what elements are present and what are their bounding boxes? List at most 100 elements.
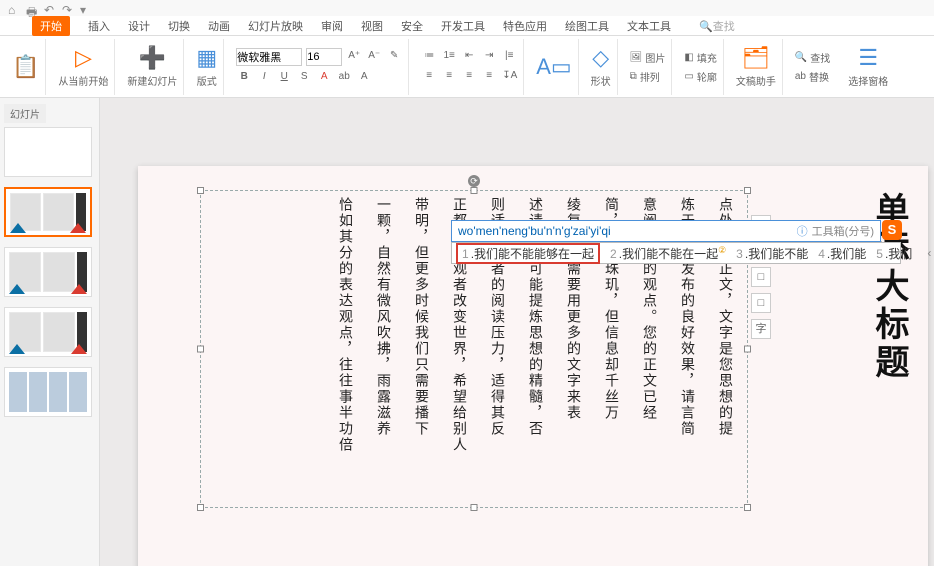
decrease-font-icon[interactable]: A⁻ [366,49,382,65]
resize-handle-rm[interactable] [744,346,751,353]
ime-cand-4[interactable]: 4.我们能 [818,245,866,262]
font-name-input[interactable] [236,48,302,66]
ime-cand-2[interactable]: 2.我们能不能在一起② [610,245,726,262]
side-tool-2[interactable]: □ [751,267,771,287]
ime-cand-1[interactable]: 1.我们能不能能够在一起 [456,243,600,264]
tab-review[interactable]: 审阅 [321,18,343,34]
numbering-icon[interactable]: 1≡ [441,49,457,65]
ribbon-replace[interactable]: ab替换 [795,69,830,84]
tab-insert[interactable]: 插入 [88,18,110,34]
highlight-icon[interactable]: ab [336,70,352,86]
fontcolor-icon[interactable]: A [316,70,332,86]
textdir-icon[interactable]: ↧A [501,69,517,85]
ribbon-newslide[interactable]: ➕ 新建幻灯片 [121,39,184,95]
tab-start[interactable]: 开始 [32,16,70,36]
ribbon-play[interactable]: ▷ 从当前开始 [52,39,115,95]
play-label: 从当前开始 [58,73,108,88]
slide-canvas[interactable]: ⟳ 点处添加正文，文字是您思想的提 炼于演示发布的良好效果，请言简 意阐述您的观… [100,98,934,566]
fill-icon: ◧ [684,52,693,63]
select-pane-icon: ☰ [858,45,878,71]
ime-toolbox-hint[interactable]: ⓘ工具箱(分号) [797,223,874,239]
tab-security[interactable]: 安全 [401,18,423,34]
assistant-icon: 🗂 [742,45,770,71]
tab-slideshow[interactable]: 幻灯片放映 [248,18,303,34]
shadow-icon[interactable]: A [356,70,372,86]
ribbon-shapes[interactable]: ◇ 形状 [585,39,618,95]
ribbon-outline[interactable]: ▭轮廓 [684,69,716,84]
tab-devtools[interactable]: 开发工具 [441,18,485,34]
ime-cand-5[interactable]: 5.我们 [876,245,912,262]
underline-icon[interactable]: U [276,70,292,86]
ime-pinyin: wo'men'neng'bu'n'n'g'zai'yi'qi [458,224,797,238]
ribbon-arrange[interactable]: ⧉排列 [630,69,666,84]
thumb-1[interactable] [4,127,92,177]
tab-drawingtools[interactable]: 绘图工具 [565,18,609,34]
menu-tabs: 开始 插入 设计 切换 动画 幻灯片放映 审阅 视图 安全 开发工具 特色应用 … [0,16,934,36]
ime-logo-icon[interactable]: S [882,220,902,240]
tab-design[interactable]: 设计 [128,18,150,34]
resize-handle-bm[interactable] [471,504,478,511]
align-left-icon[interactable]: ≡ [421,69,437,85]
tab-transition[interactable]: 切换 [168,18,190,34]
side-tool-4[interactable]: 字 [751,319,771,339]
increase-font-icon[interactable]: A⁺ [346,49,362,65]
font-size-input[interactable] [306,48,342,66]
thumb-4[interactable] [4,307,92,357]
assistant-label: 文稿助手 [736,73,776,88]
align-center-icon[interactable]: ≡ [441,69,457,85]
ribbon-textbox[interactable]: A▭ [530,39,578,95]
more-icon[interactable]: ▾ [80,3,90,13]
ime-candidate-bar: 1.我们能不能能够在一起 2.我们能不能在一起② 3.我们能不能 4.我们能 5… [451,242,901,264]
ribbon-layout[interactable]: ▦ 版式 [190,39,224,95]
ime-cand-3[interactable]: 3.我们能不能 [736,245,808,262]
ribbon-image-group: 🖼图片 ⧉排列 [624,39,673,95]
resize-handle-bl[interactable] [197,504,204,511]
indent-dec-icon[interactable]: ⇤ [461,49,477,65]
redo-icon[interactable]: ↷ [62,3,72,13]
side-tool-3[interactable]: □ [751,293,771,313]
quick-access-toolbar: ⌂ 🖶 ↶ ↷ ▾ [0,0,934,16]
resize-handle-lm[interactable] [197,346,204,353]
undo-icon[interactable]: ↶ [44,3,54,13]
tab-special[interactable]: 特色应用 [503,18,547,34]
layout-icon: ▦ [196,45,217,71]
ime-composition-bar: wo'men'neng'bu'n'n'g'zai'yi'qi ⓘ工具箱(分号) [451,220,881,242]
ime-prev-icon[interactable]: ‹ [922,246,934,260]
find-icon: 🔍 [795,52,807,63]
home-icon[interactable]: ⌂ [8,3,18,13]
ribbon-find[interactable]: 🔍查找 [795,50,830,65]
ribbon-fill[interactable]: ◧填充 [684,50,716,65]
ribbon-assistant[interactable]: 🗂 文稿助手 [730,39,783,95]
textbox-icon: A▭ [536,54,571,80]
ribbon-select[interactable]: ☰ 选择窗格 [842,39,894,95]
paste-icon[interactable]: 📋 [12,54,39,80]
shapes-icon: ◇ [592,45,609,71]
tab-view[interactable]: 视图 [361,18,383,34]
strike-icon[interactable]: S [296,70,312,86]
align-right-icon[interactable]: ≡ [461,69,477,85]
thumb-5[interactable] [4,367,92,417]
print-icon[interactable]: 🖶 [26,3,36,13]
thumb-3[interactable] [4,247,92,297]
tab-animation[interactable]: 动画 [208,18,230,34]
rotate-handle-icon[interactable]: ⟳ [468,175,480,187]
ribbon-image[interactable]: 🖼图片 [630,50,666,65]
search-icon[interactable]: 🔍查找 [699,18,735,34]
bullets-icon[interactable]: ≔ [421,49,437,65]
resize-handle-tr[interactable] [744,187,751,194]
tab-texttools[interactable]: 文本工具 [627,18,671,34]
clear-format-icon[interactable]: ✎ [386,49,402,65]
resize-handle-tl[interactable] [197,187,204,194]
shapes-label: 形状 [591,73,611,88]
new-slide-icon: ➕ [139,45,166,71]
thumbnail-panel: 幻灯片 [0,98,100,566]
linespace-icon[interactable]: |≡ [501,49,517,65]
resize-handle-tm[interactable] [471,187,478,194]
resize-handle-br[interactable] [744,504,751,511]
align-justify-icon[interactable]: ≡ [481,69,497,85]
thumb-2[interactable] [4,187,92,237]
thumb-tab[interactable]: 幻灯片 [4,104,46,123]
bold-icon[interactable]: B [236,70,252,86]
italic-icon[interactable]: I [256,70,272,86]
indent-inc-icon[interactable]: ⇥ [481,49,497,65]
